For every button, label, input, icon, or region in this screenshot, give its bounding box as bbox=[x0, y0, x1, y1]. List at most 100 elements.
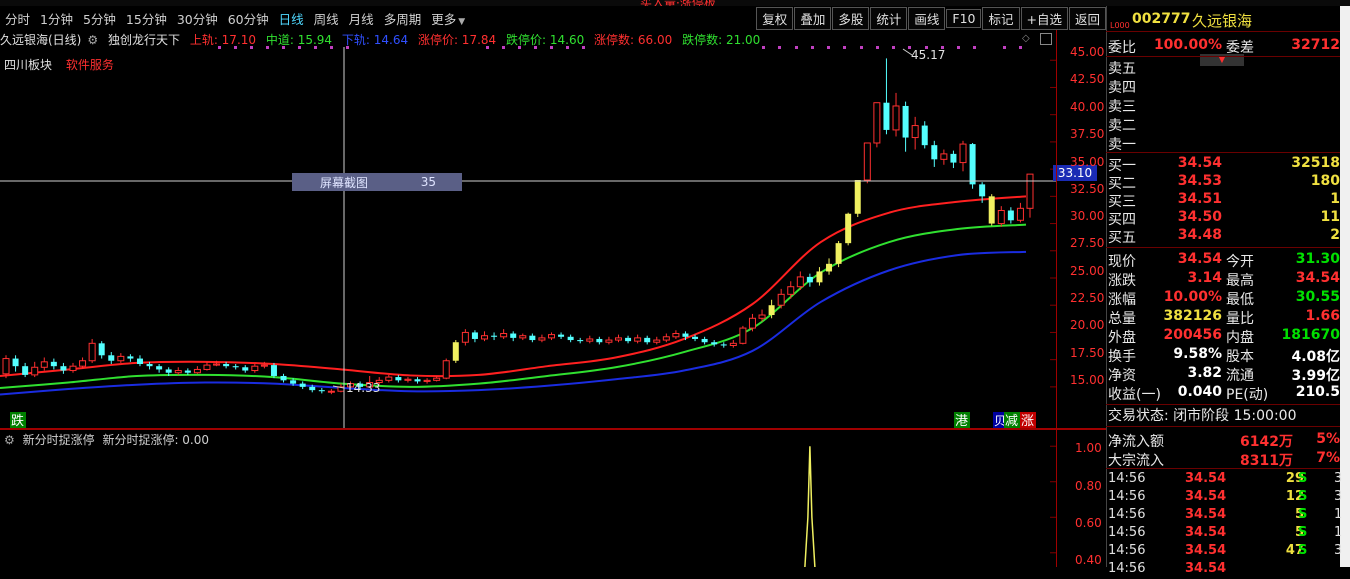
period-weekly[interactable]: 周线 bbox=[309, 9, 344, 28]
tick-row: 14:56 34.54 5 S 1 bbox=[1108, 525, 1342, 543]
stat-label: 外盘 bbox=[1108, 330, 1136, 346]
period-1min[interactable]: 1分钟 bbox=[35, 9, 78, 28]
stock-code: 002777 bbox=[1132, 11, 1191, 27]
candle-body bbox=[136, 358, 143, 365]
tick-count: 3 bbox=[1334, 489, 1343, 504]
stat-value: 34.54 bbox=[1177, 251, 1222, 267]
screenshot-popup[interactable]: 屏幕截图 35 bbox=[292, 173, 462, 191]
buy-level: 买三 34.51 1 bbox=[1108, 191, 1340, 210]
lower-indicator-chart[interactable] bbox=[0, 432, 1060, 567]
period-multi[interactable]: 多周期 bbox=[379, 9, 427, 28]
period-more-label: 更多 bbox=[431, 11, 457, 27]
tick-price: 34.54 bbox=[1185, 507, 1227, 522]
candle-body bbox=[442, 360, 450, 379]
candle-body bbox=[290, 380, 297, 384]
candle-body bbox=[529, 335, 536, 341]
price-chart[interactable]: 45.17 14.33 跌 港 贝 减 涨 bbox=[0, 30, 1060, 430]
candle-body bbox=[653, 339, 661, 343]
candle-body bbox=[98, 343, 105, 356]
candle-body bbox=[395, 377, 402, 381]
quote-header: L000 002777 久远银海 bbox=[1108, 9, 1340, 30]
chart-minimize-icon[interactable] bbox=[1040, 33, 1052, 45]
tick-side: S bbox=[1298, 471, 1308, 486]
candle-body bbox=[873, 102, 881, 144]
chevron-down-icon: ▼ bbox=[458, 16, 466, 27]
period-15min[interactable]: 15分钟 bbox=[121, 9, 172, 28]
candlesticks bbox=[2, 58, 1034, 395]
sector-name[interactable]: 四川板块 bbox=[4, 58, 52, 72]
candle-body bbox=[31, 366, 39, 376]
candle-body bbox=[270, 365, 277, 376]
period-fenshi[interactable]: 分时 bbox=[0, 9, 35, 28]
candle-body bbox=[911, 125, 919, 139]
draw-line-button[interactable]: 画线 bbox=[908, 6, 946, 30]
candle-body bbox=[777, 293, 785, 306]
candle-body bbox=[768, 305, 775, 316]
period-5min[interactable]: 5分钟 bbox=[78, 9, 121, 28]
candle-body bbox=[481, 335, 489, 340]
candle-body bbox=[79, 360, 87, 367]
lower-track-value: 下轨: 14.64 bbox=[341, 33, 409, 47]
stock-name: 久远银海 bbox=[1192, 12, 1253, 30]
candle-body bbox=[625, 337, 632, 342]
candle-body bbox=[682, 333, 689, 337]
overlay-button[interactable]: 叠加 bbox=[794, 6, 832, 30]
diamond-icon[interactable]: ◇ bbox=[1022, 33, 1030, 44]
limit-down-price: 跌停价: 14.60 bbox=[506, 33, 585, 47]
y-tick: 25.00 bbox=[1070, 264, 1105, 278]
back-button[interactable]: 返回 bbox=[1068, 6, 1106, 30]
candle-body bbox=[979, 184, 986, 197]
buy-price: 34.48 bbox=[1177, 227, 1222, 243]
stat-label: 流通 bbox=[1226, 368, 1254, 384]
period-60min[interactable]: 60分钟 bbox=[223, 9, 274, 28]
add-watchlist-button[interactable]: +自选 bbox=[1020, 6, 1068, 30]
indicator-info-line: 久远银海(日线) ⚙ 独创龙行天下 上轨: 17.10 中道: 15.94 下轨:… bbox=[0, 31, 766, 47]
limit-up-price: 涨停价: 17.84 bbox=[417, 33, 497, 47]
stat-value: 10.00% bbox=[1163, 289, 1222, 305]
stat-label: 收益(一) bbox=[1108, 387, 1161, 403]
mark-button[interactable]: 标记 bbox=[982, 6, 1020, 30]
period-daily[interactable]: 日线 bbox=[274, 9, 309, 28]
stat-label: 最高 bbox=[1226, 273, 1254, 289]
tick-price: 34.54 bbox=[1185, 543, 1227, 558]
candle-body bbox=[40, 361, 48, 368]
stat-label: 换手 bbox=[1108, 349, 1136, 365]
period-30min[interactable]: 30分钟 bbox=[172, 9, 223, 28]
stat-row: 涨跌 3.14 最高 34.54 bbox=[1108, 270, 1340, 289]
candle-body bbox=[491, 335, 498, 337]
candle-body bbox=[1016, 207, 1024, 221]
tick-price: 34.54 bbox=[1185, 561, 1227, 576]
limit-dot bbox=[843, 46, 846, 49]
buy-level: 买二 34.53 180 bbox=[1108, 173, 1340, 192]
candle-body bbox=[614, 337, 622, 341]
sector-service[interactable]: 软件服务 bbox=[66, 58, 114, 72]
period-monthly[interactable]: 月线 bbox=[344, 9, 379, 28]
indicator-name[interactable]: 独创龙行天下 bbox=[108, 33, 180, 47]
candle-body bbox=[672, 333, 680, 338]
tick-side: S bbox=[1298, 489, 1308, 504]
candle-body bbox=[117, 355, 125, 362]
stat-value: 0.040 bbox=[1177, 384, 1222, 400]
period-more[interactable]: 更多 ▼ bbox=[426, 9, 470, 28]
statistics-button[interactable]: 统计 bbox=[870, 6, 908, 30]
candle-body bbox=[127, 356, 134, 359]
candle-body bbox=[959, 143, 967, 164]
limit-dot bbox=[1003, 46, 1006, 49]
fuquan-button[interactable]: 复权 bbox=[756, 6, 794, 30]
candle-body bbox=[280, 375, 287, 381]
zhang-marker: 涨 bbox=[1021, 414, 1034, 429]
candle-body bbox=[701, 338, 708, 343]
candle-body bbox=[969, 144, 976, 185]
stat-row: 现价 34.54 今开 31.30 bbox=[1108, 251, 1340, 270]
flow-row: 净流入额 6142万 5% bbox=[1108, 431, 1340, 450]
candle-body bbox=[634, 337, 642, 342]
buy-volume: 32518 bbox=[1291, 155, 1340, 171]
f10-button[interactable]: F10 bbox=[946, 8, 982, 28]
gear-icon[interactable]: ⚙ bbox=[87, 33, 98, 47]
multi-stock-button[interactable]: 多股 bbox=[832, 6, 870, 30]
candle-body bbox=[547, 334, 555, 339]
sell-label: 卖二 bbox=[1108, 118, 1136, 134]
candle-body bbox=[835, 243, 842, 264]
limit-dot bbox=[795, 46, 798, 49]
separator bbox=[1106, 468, 1340, 469]
